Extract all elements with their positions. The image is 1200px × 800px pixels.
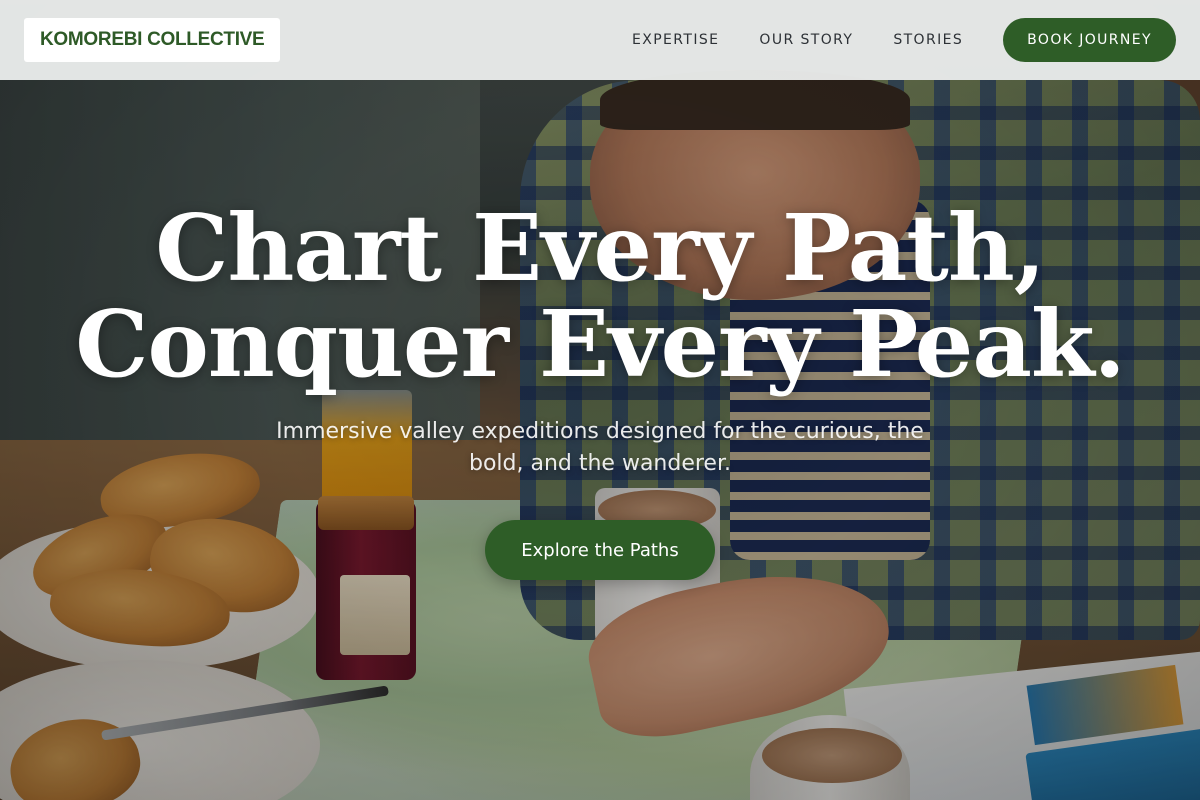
site-header: KOMOREBI COLLECTIVE EXPERTISE OUR STORY … (0, 0, 1200, 80)
brand-logo[interactable]: KOMOREBI COLLECTIVE (24, 18, 281, 62)
main-nav: EXPERTISE OUR STORY STORIES BOOK JOURNEY (632, 18, 1176, 62)
hero-content: Chart Every Path, Conquer Every Peak. Im… (0, 200, 1200, 580)
hero-title-line-1: Chart Every Path, (155, 194, 1046, 302)
hero-title: Chart Every Path, Conquer Every Peak. (0, 200, 1200, 392)
nav-link-our-story[interactable]: OUR STORY (759, 32, 853, 48)
hero-subtitle: Immersive valley expeditions designed fo… (276, 419, 924, 476)
book-journey-button[interactable]: BOOK JOURNEY (1003, 18, 1176, 62)
nav-link-expertise[interactable]: EXPERTISE (632, 32, 719, 48)
nav-link-stories[interactable]: STORIES (893, 32, 963, 48)
hero-title-line-2: Conquer Every Peak. (75, 290, 1125, 398)
explore-paths-button[interactable]: Explore the Paths (485, 520, 715, 580)
